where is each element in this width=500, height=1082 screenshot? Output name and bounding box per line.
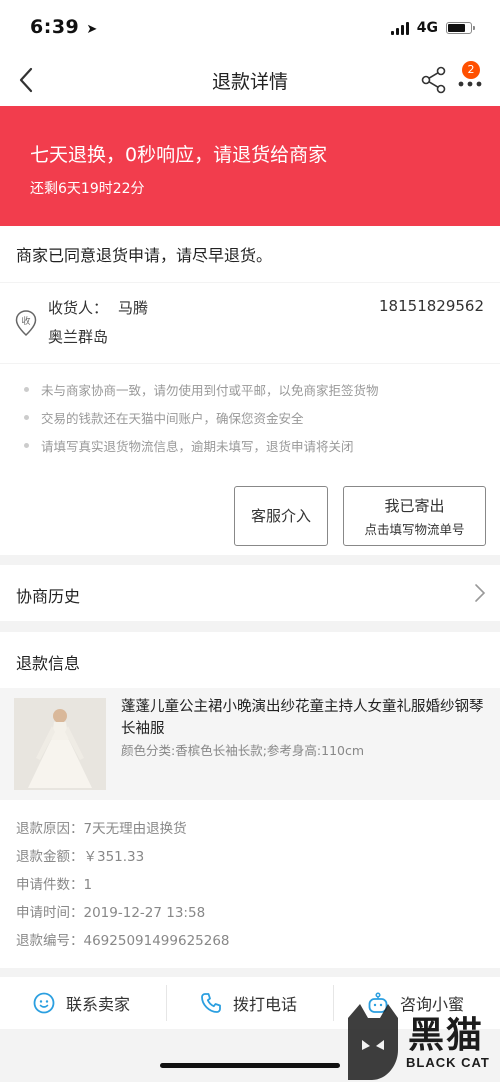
watermark-cn: 黑猫 xyxy=(408,1015,485,1056)
black-cat-watermark: 黑猫 BLACK CAT xyxy=(338,1000,500,1082)
receiver-phone: 18151829562 xyxy=(379,297,484,315)
network-type: 4G xyxy=(416,20,438,36)
apply-time-row: 申请时间：2019-12-27 13:58 xyxy=(16,905,206,921)
notification-badge: 2 xyxy=(462,61,480,79)
receiver-label: 收货人： xyxy=(48,299,109,317)
contact-seller-label: 联系卖家 xyxy=(66,995,131,1014)
already-shipped-button[interactable]: 我已寄出 点击填写物流单号 xyxy=(343,486,486,546)
status-message-card: 商家已同意退货申请，请尽早退货。 xyxy=(0,226,500,282)
share-button[interactable] xyxy=(420,64,448,96)
location-pin-icon: 收 xyxy=(15,310,37,337)
refund-number-row: 退款编号：46925091499625268 xyxy=(16,933,230,949)
product-sku: 颜色分类:香槟色长袖长款;参考身高:110cm xyxy=(121,743,365,758)
product-item[interactable]: 蓬蓬儿童公主裙小晚演出纱花童主持人女童礼服婚纱钢琴长袖服 颜色分类:香槟色长袖长… xyxy=(0,688,500,800)
refund-info-header: 退款信息 xyxy=(0,632,500,688)
chat-face-icon xyxy=(33,992,55,1014)
refund-amount-row: 退款金额：￥351.33 xyxy=(16,849,145,865)
divider xyxy=(166,985,167,1021)
battery-icon xyxy=(446,22,475,34)
fill-tracking-label: 点击填写物流单号 xyxy=(364,522,465,537)
phone-icon xyxy=(201,993,221,1013)
status-message: 商家已同意退货申请，请尽早退货。 xyxy=(16,246,273,265)
tip-item: 请填写真实退货物流信息，逾期未填写，退货申请将关闭 xyxy=(24,436,354,455)
already-shipped-label: 我已寄出 xyxy=(384,497,445,515)
black-cat-logo-icon xyxy=(348,1004,398,1080)
receiver-address: 奥兰群岛 xyxy=(48,328,109,346)
divider xyxy=(333,985,334,1021)
status-time: 6:39 ➤ xyxy=(30,16,98,38)
signal-icon xyxy=(390,21,409,35)
product-name: 蓬蓬儿童公主裙小晚演出纱花童主持人女童礼服婚纱钢琴长袖服 xyxy=(121,699,484,737)
refund-reason-row: 退款原因：7天无理由退换货 xyxy=(16,821,187,837)
watermark-en: BLACK CAT xyxy=(406,1055,490,1070)
contact-seller-button[interactable]: 联系卖家 xyxy=(32,977,130,1029)
tips-card: 未与商家协商一致，请勿使用到付或平邮，以免商家拒签货物 交易的钱款还在天猫中间账… xyxy=(0,364,500,555)
refund-section-title: 退款信息 xyxy=(16,654,81,673)
tip-item: 交易的钱款还在天猫中间账户，确保您资金安全 xyxy=(24,408,304,427)
dress-image-icon xyxy=(14,698,106,790)
return-address-card: 收 收货人： 马腾 18151829562 奥兰群岛 xyxy=(0,283,500,363)
location-arrow-icon: ➤ xyxy=(86,22,98,37)
banner-title: 七天退换，0秒响应，请退货给商家 xyxy=(30,144,328,166)
chevron-right-icon xyxy=(475,584,486,602)
return-banner: 七天退换，0秒响应，请退货给商家 还剩6天19时22分 xyxy=(0,106,500,226)
history-label: 协商历史 xyxy=(16,587,81,606)
tip-item: 未与商家协商一致，请勿使用到付或平邮，以免商家拒签货物 xyxy=(24,380,379,399)
home-indicator xyxy=(160,1063,340,1068)
countdown-text: 还剩6天19时22分 xyxy=(30,181,145,197)
receiver-name: 马腾 xyxy=(118,299,149,317)
negotiation-history-row[interactable]: 协商历史 xyxy=(0,565,500,621)
navigation-bar: 退款详情 2 xyxy=(0,56,500,106)
status-bar: 6:39 ➤ 4G xyxy=(0,0,500,56)
product-thumbnail xyxy=(14,698,106,790)
status-indicators: 4G xyxy=(390,20,475,36)
refund-details: 退款原因：7天无理由退换货 退款金额：￥351.33 申请件数：1 申请时间：2… xyxy=(0,800,500,968)
more-button[interactable]: 2 xyxy=(454,61,486,96)
customer-service-button[interactable]: 客服介入 xyxy=(234,486,328,546)
call-button[interactable]: 拨打电话 xyxy=(199,977,297,1029)
svg-text:收: 收 xyxy=(21,315,30,327)
share-icon xyxy=(421,66,446,94)
battery-level xyxy=(448,24,465,32)
quantity-row: 申请件数：1 xyxy=(16,877,93,893)
call-label: 拨打电话 xyxy=(233,995,298,1014)
